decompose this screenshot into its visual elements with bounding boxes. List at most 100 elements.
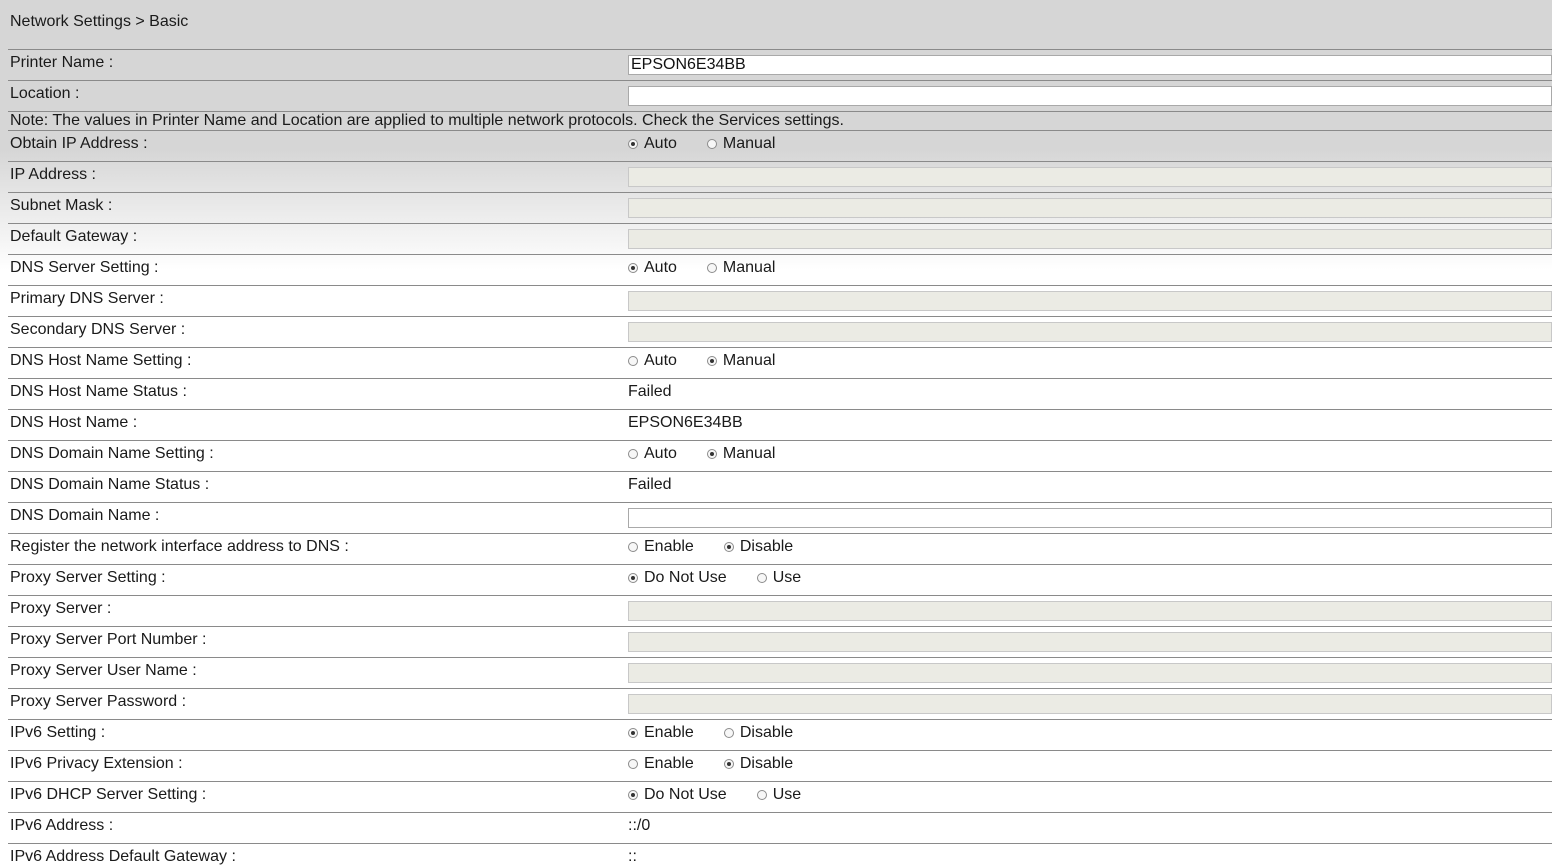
ipv6-privacy-label: IPv6 Privacy Extension :: [10, 755, 183, 772]
dns-domain-name-status-label: DNS Domain Name Status :: [10, 476, 210, 493]
dns-server-auto-label[interactable]: Auto: [644, 259, 677, 277]
ipv6-gateway-value: ::: [628, 848, 637, 865]
ipv6-gateway-row: IPv6 Address Default Gateway : ::: [8, 843, 1552, 867]
dns-domain-manual-label[interactable]: Manual: [723, 445, 775, 463]
dns-host-name-status-value: Failed: [628, 383, 672, 400]
primary-dns-input[interactable]: [628, 291, 1552, 311]
ipv6-privacy-enable-label[interactable]: Enable: [644, 755, 694, 773]
ipv6-dhcp-use-label[interactable]: Use: [773, 786, 801, 804]
proxy-setting-radio-group: Do Not Use Use: [628, 569, 831, 587]
ipv6-disable-radio[interactable]: [723, 728, 734, 738]
ipv6-setting-row: IPv6 Setting : Enable Disable: [8, 719, 1552, 750]
ipv6-privacy-disable-radio[interactable]: [723, 759, 734, 769]
register-dns-row: Register the network interface address t…: [8, 533, 1552, 564]
dns-host-name-auto-radio[interactable]: [628, 356, 638, 366]
register-dns-enable-label[interactable]: Enable: [644, 538, 694, 556]
proxy-password-label: Proxy Server Password :: [10, 693, 187, 710]
ipv6-dhcp-do-not-use-radio[interactable]: [628, 790, 638, 800]
proxy-password-input[interactable]: [628, 694, 1552, 714]
ipv6-setting-radio-group: Enable Disable: [628, 724, 823, 742]
secondary-dns-row: Secondary DNS Server :: [8, 316, 1552, 347]
proxy-port-input[interactable]: [628, 632, 1552, 652]
dns-server-setting-row: DNS Server Setting : Auto Manual: [8, 254, 1552, 285]
location-input[interactable]: [628, 86, 1552, 106]
primary-dns-row: Primary DNS Server :: [8, 285, 1552, 316]
ipv6-enable-label[interactable]: Enable: [644, 724, 694, 742]
dns-domain-name-input[interactable]: [628, 508, 1552, 528]
obtain-ip-manual-radio[interactable]: [706, 139, 717, 149]
ipv6-dhcp-row: IPv6 DHCP Server Setting : Do Not Use Us…: [8, 781, 1552, 812]
subnet-mask-input[interactable]: [628, 198, 1552, 218]
dns-domain-name-row: DNS Domain Name :: [8, 502, 1552, 533]
ipv6-setting-label: IPv6 Setting :: [10, 724, 106, 741]
proxy-port-row: Proxy Server Port Number :: [8, 626, 1552, 657]
dns-host-name-value: EPSON6E34BB: [628, 414, 743, 431]
dns-server-setting-radio-group: Auto Manual: [628, 259, 805, 277]
dns-domain-name-setting-radio-group: Auto Manual: [628, 445, 805, 463]
dns-domain-auto-label[interactable]: Auto: [644, 445, 677, 463]
dns-domain-name-label: DNS Domain Name :: [10, 507, 160, 524]
proxy-use-radio[interactable]: [756, 573, 767, 583]
secondary-dns-input[interactable]: [628, 322, 1552, 342]
proxy-use-label[interactable]: Use: [773, 569, 801, 587]
subnet-mask-row: Subnet Mask :: [8, 192, 1552, 223]
ipv6-privacy-radio-group: Enable Disable: [628, 755, 823, 773]
ipv6-gateway-label: IPv6 Address Default Gateway :: [10, 848, 236, 865]
proxy-setting-label: Proxy Server Setting :: [10, 569, 166, 586]
dns-server-manual-radio[interactable]: [706, 263, 717, 273]
obtain-ip-label: Obtain IP Address :: [10, 135, 148, 152]
dns-host-name-status-label: DNS Host Name Status :: [10, 383, 187, 400]
obtain-ip-auto-radio[interactable]: [628, 139, 638, 149]
obtain-ip-row: Obtain IP Address : Auto Manual: [8, 130, 1552, 161]
ip-address-input[interactable]: [628, 167, 1552, 187]
dns-domain-name-status-value: Failed: [628, 476, 672, 493]
dns-server-auto-radio[interactable]: [628, 263, 638, 273]
dns-server-manual-label[interactable]: Manual: [723, 259, 775, 277]
ipv6-privacy-disable-label[interactable]: Disable: [740, 755, 793, 773]
proxy-do-not-use-label[interactable]: Do Not Use: [644, 569, 727, 587]
ipv6-address-label: IPv6 Address :: [10, 817, 114, 834]
note-text: Note: The values in Printer Name and Loc…: [10, 112, 844, 129]
ipv6-disable-label[interactable]: Disable: [740, 724, 793, 742]
ipv6-dhcp-radio-group: Do Not Use Use: [628, 786, 831, 804]
dns-domain-name-status-row: DNS Domain Name Status : Failed: [8, 471, 1552, 502]
settings-form: Printer Name : EPSON6E34BB Location : No…: [8, 49, 1552, 867]
dns-host-name-manual-label[interactable]: Manual: [723, 352, 775, 370]
proxy-password-row: Proxy Server Password :: [8, 688, 1552, 719]
secondary-dns-label: Secondary DNS Server :: [10, 321, 186, 338]
default-gateway-label: Default Gateway :: [10, 228, 138, 245]
proxy-setting-row: Proxy Server Setting : Do Not Use Use: [8, 564, 1552, 595]
printer-name-label: Printer Name :: [10, 54, 114, 71]
dns-host-name-row: DNS Host Name : EPSON6E34BB: [8, 409, 1552, 440]
dns-domain-manual-radio[interactable]: [706, 449, 717, 459]
register-dns-enable-radio[interactable]: [628, 542, 638, 552]
proxy-server-row: Proxy Server :: [8, 595, 1552, 626]
ipv6-dhcp-use-radio[interactable]: [756, 790, 767, 800]
proxy-port-label: Proxy Server Port Number :: [10, 631, 207, 648]
register-dns-disable-label[interactable]: Disable: [740, 538, 793, 556]
ipv6-enable-radio[interactable]: [628, 728, 638, 738]
proxy-server-label: Proxy Server :: [10, 600, 112, 617]
proxy-do-not-use-radio[interactable]: [628, 573, 638, 583]
ip-address-label: IP Address :: [10, 166, 96, 183]
obtain-ip-auto-label[interactable]: Auto: [644, 135, 677, 153]
ip-address-row: IP Address :: [8, 161, 1552, 192]
obtain-ip-manual-label[interactable]: Manual: [723, 135, 775, 153]
ipv6-dhcp-do-not-use-label[interactable]: Do Not Use: [644, 786, 727, 804]
subnet-mask-label: Subnet Mask :: [10, 197, 113, 214]
default-gateway-input[interactable]: [628, 229, 1552, 249]
ipv6-privacy-enable-radio[interactable]: [628, 759, 638, 769]
proxy-server-input[interactable]: [628, 601, 1552, 621]
dns-host-name-manual-radio[interactable]: [706, 356, 717, 366]
ipv6-address-row: IPv6 Address : ::/0: [8, 812, 1552, 843]
dns-server-setting-label: DNS Server Setting :: [10, 259, 159, 276]
printer-name-row: Printer Name : EPSON6E34BB: [8, 49, 1552, 80]
dns-host-name-setting-radio-group: Auto Manual: [628, 352, 805, 370]
register-dns-radio-group: Enable Disable: [628, 538, 823, 556]
printer-name-input[interactable]: EPSON6E34BB: [628, 55, 1552, 75]
dns-host-name-label: DNS Host Name :: [10, 414, 138, 431]
dns-domain-auto-radio[interactable]: [628, 449, 638, 459]
proxy-user-input[interactable]: [628, 663, 1552, 683]
dns-host-name-auto-label[interactable]: Auto: [644, 352, 677, 370]
register-dns-disable-radio[interactable]: [723, 542, 734, 552]
